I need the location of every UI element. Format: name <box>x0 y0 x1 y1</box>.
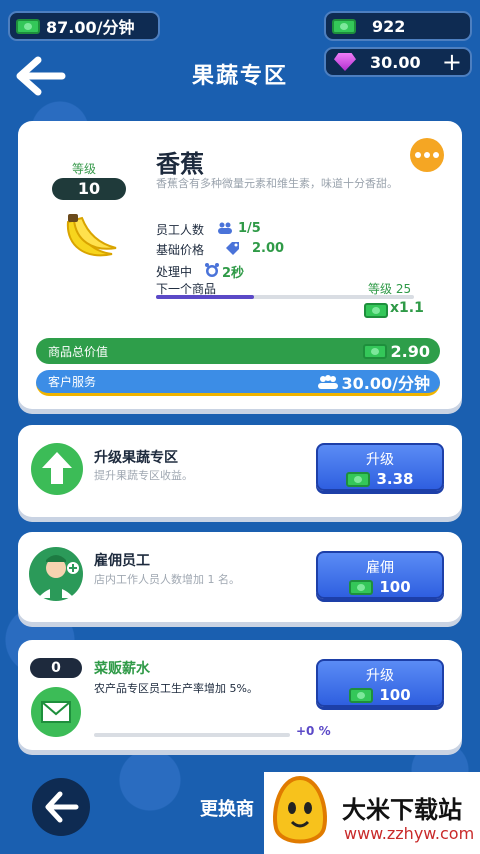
hire-staff-button[interactable]: 雇佣 100 <box>316 551 444 599</box>
hire-button-label: 雇佣 <box>366 560 394 576</box>
price-value: 2.00 <box>252 241 285 256</box>
total-value-label: 商品总价值 <box>48 344 109 359</box>
price-label: 基础价格 <box>156 243 205 257</box>
customers-icon <box>317 374 338 389</box>
cash-icon <box>364 303 388 318</box>
cash-value: 922 <box>372 16 406 36</box>
switch-store-label[interactable]: 更换商 <box>200 795 254 821</box>
watermark-logo <box>273 775 327 844</box>
banana-icon <box>66 214 117 257</box>
cash-icon <box>332 18 356 34</box>
watermark-url: www.zzhyw.com <box>344 824 475 843</box>
salary-title: 菜贩薪水 <box>94 661 150 677</box>
hire-staff-sub: 店内工作人员人数增加 1 名。 <box>94 573 240 586</box>
upgrade-button-label: 升级 <box>366 452 394 468</box>
product-description: 香蕉含有多种微量元素和维生素，味道十分香甜。 <box>156 177 398 190</box>
upgrade-section-sub: 提升果蔬专区收益。 <box>94 469 193 482</box>
bottom-back-button[interactable] <box>32 778 90 836</box>
upgrade-section-button[interactable]: 升级 3.38 <box>316 443 444 491</box>
total-value: 2.90 <box>390 341 430 361</box>
salary-level-badge: 0 <box>30 658 82 678</box>
salary-bonus: +0 % <box>296 724 331 738</box>
tag-icon <box>226 242 239 255</box>
customer-service-value: 30.00/分钟 <box>341 373 430 393</box>
salary-button-label: 升级 <box>366 668 394 684</box>
upgrade-section-title: 升级果蔬专区 <box>94 450 178 466</box>
product-name: 香蕉 <box>156 150 204 178</box>
customer-service-bar: 客户服务 30.00/分钟 <box>36 370 440 396</box>
level-badge: 10 <box>52 178 126 200</box>
level-label: 等级 <box>72 162 97 176</box>
salary-progress-track <box>94 733 290 737</box>
cash-pill: 922 <box>324 11 472 41</box>
staff-icon <box>218 222 232 234</box>
processing-time: 2秒 <box>222 266 245 281</box>
salary-sub: 农产品专区员工生产率增加 5%。 <box>94 682 258 695</box>
cash-icon <box>349 579 374 595</box>
customer-service-label: 客户服务 <box>48 375 97 389</box>
upgrade-arrow-icon <box>31 443 83 495</box>
back-arrow-icon <box>45 791 79 823</box>
multiplier-value: x1.1 <box>390 300 424 316</box>
cash-icon <box>16 18 40 34</box>
watermark: 大米下载站 www.zzhyw.com <box>264 772 480 854</box>
page-title: 果蔬专区 <box>191 64 288 89</box>
income-value: 87.00/分钟 <box>46 18 135 37</box>
staff-value: 1/5 <box>238 221 261 236</box>
total-value-bar: 商品总价值 2.90 <box>36 338 440 364</box>
upgrade-button-cost: 3.38 <box>376 470 414 488</box>
cash-icon <box>346 471 371 487</box>
next-product-progress <box>156 295 414 299</box>
alarm-clock-icon <box>205 263 219 277</box>
hire-staff-title: 雇佣员工 <box>94 553 150 569</box>
cash-icon <box>349 687 374 703</box>
more-options-button[interactable] <box>410 138 444 172</box>
income-pill: 87.00/分钟 <box>8 11 160 41</box>
processing-label: 处理中 <box>156 265 193 279</box>
hire-button-cost: 100 <box>379 578 411 596</box>
staff-label: 员工人数 <box>156 223 205 237</box>
money-envelope-icon <box>31 687 81 737</box>
salary-button-cost: 100 <box>379 686 411 704</box>
cash-icon <box>362 343 387 359</box>
salary-upgrade-button[interactable]: 升级 100 <box>316 659 444 707</box>
worker-icon <box>29 547 83 601</box>
watermark-brand: 大米下载站 <box>342 796 462 824</box>
